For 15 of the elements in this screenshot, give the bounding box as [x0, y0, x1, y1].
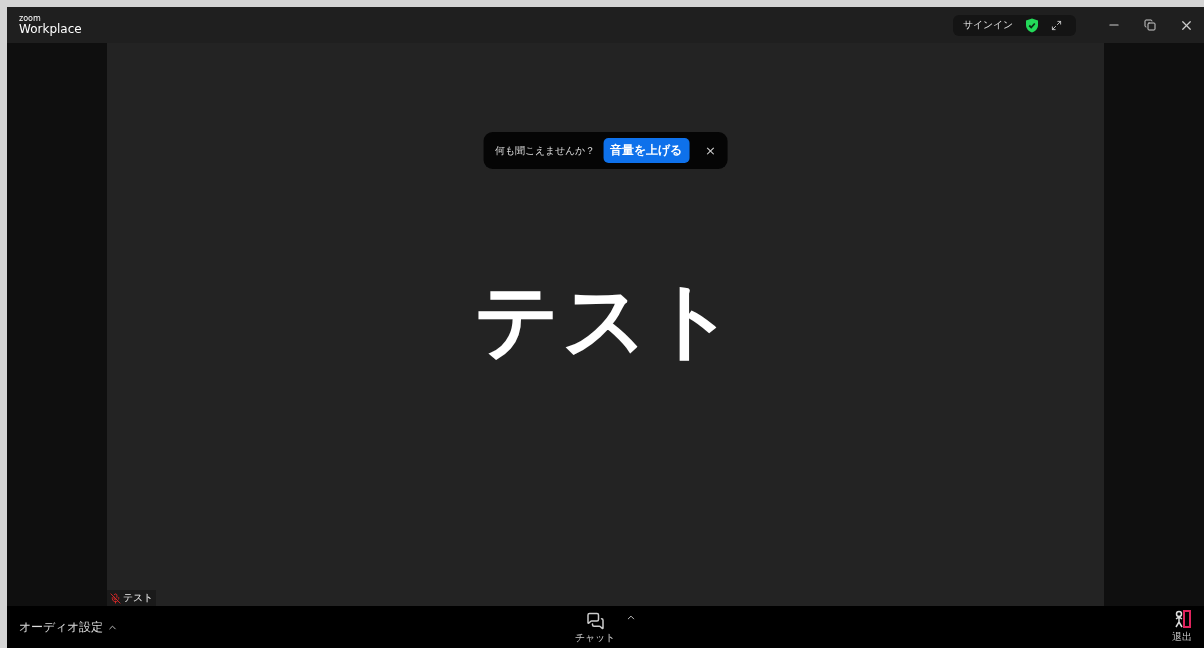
close-button[interactable]: × [697, 143, 716, 158]
fullscreen-icon[interactable] [1051, 19, 1062, 31]
audio-settings-button[interactable]: オーディオ設定 [19, 618, 103, 636]
participant-name: テスト [123, 591, 153, 605]
shield-check-icon [1025, 17, 1039, 33]
exit-icon [1172, 610, 1192, 629]
participant-name-display: テスト [473, 269, 738, 371]
notification-text: 何も聞こえませんか？ [495, 143, 596, 158]
leave-button[interactable]: 退出 [1172, 610, 1192, 644]
raise-volume-button[interactable]: 音量を上げる [603, 138, 690, 163]
chat-button[interactable]: チャット [575, 612, 615, 645]
chat-icon [586, 612, 604, 630]
app-logo: zoom Workplace [19, 15, 82, 35]
restore-icon [1144, 19, 1156, 31]
sign-in-button[interactable]: サインイン [963, 18, 1013, 32]
